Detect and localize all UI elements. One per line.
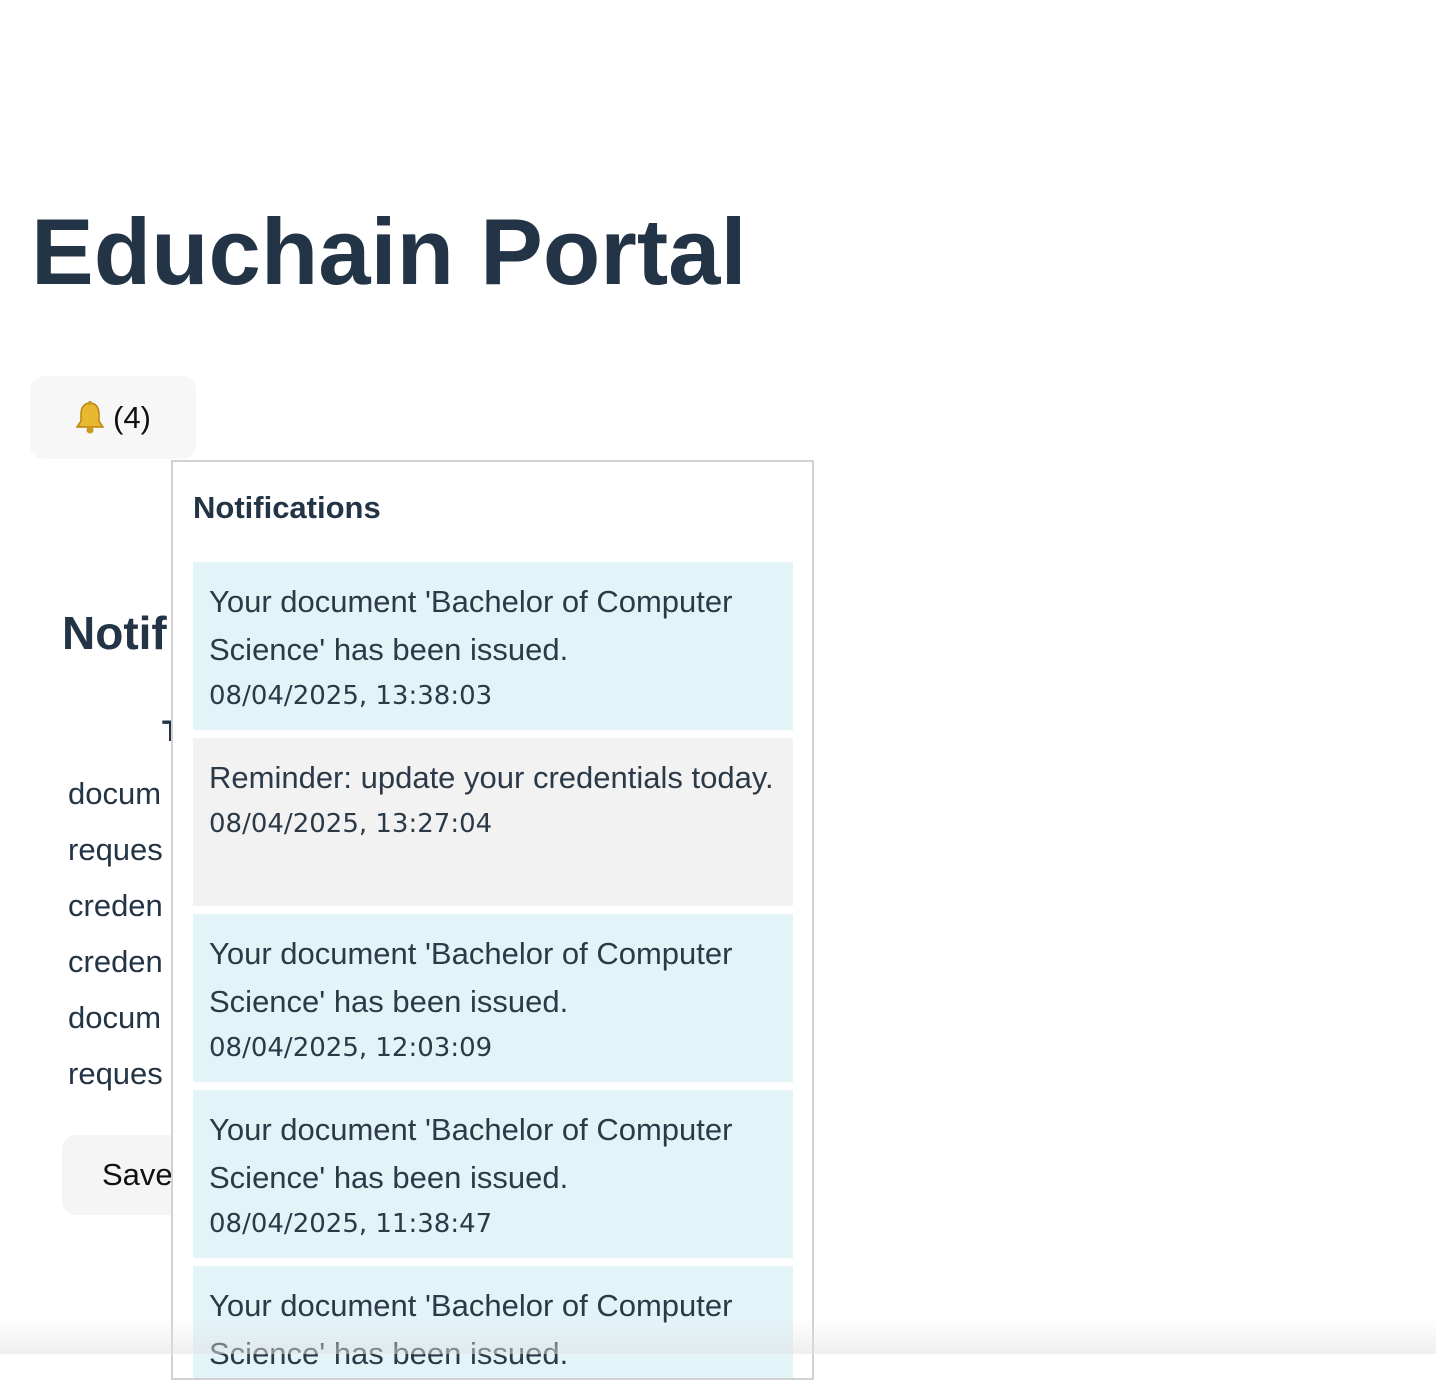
setting-row: docum (68, 1000, 162, 1035)
notification-timestamp: 08/04/2025, 11:38:47 (209, 1209, 493, 1239)
notification-timestamp: 08/04/2025, 13:27:04 (209, 809, 493, 839)
setting-row: creden (68, 944, 163, 979)
dropdown-title: Notifications (193, 490, 381, 525)
notification-item[interactable]: Your document 'Bachelor of Computer Scie… (193, 562, 793, 730)
notification-item[interactable]: Your document 'Bachelor of Computer Scie… (193, 1266, 793, 1378)
notification-message: Your document 'Bachelor of Computer Scie… (209, 1112, 733, 1195)
notification-message: Reminder: update your credentials today. (209, 760, 774, 795)
notification-item[interactable]: Reminder: update your credentials today.… (193, 738, 793, 906)
notification-message: Your document 'Bachelor of Computer Scie… (209, 936, 733, 1019)
notification-timestamp: 08/04/2025, 13:38:03 (209, 681, 493, 711)
setting-row: docum (68, 776, 162, 811)
notification-timestamp: 08/04/2025, 12:03:09 (209, 1033, 493, 1063)
notification-message: Your document 'Bachelor of Computer Scie… (209, 584, 733, 667)
notifications-dropdown: Notifications Your document 'Bachelor of… (171, 460, 814, 1380)
setting-row: reques (68, 832, 163, 867)
setting-row: creden (68, 888, 163, 923)
notification-item[interactable]: Your document 'Bachelor of Computer Scie… (193, 1090, 793, 1258)
notification-message: Your document 'Bachelor of Computer Scie… (209, 1288, 733, 1371)
notification-item[interactable]: Your document 'Bachelor of Computer Scie… (193, 914, 793, 1082)
notification-list: Your document 'Bachelor of Computer Scie… (193, 562, 793, 1378)
setting-row: reques (68, 1056, 163, 1091)
settings-title: Notif (62, 607, 167, 659)
